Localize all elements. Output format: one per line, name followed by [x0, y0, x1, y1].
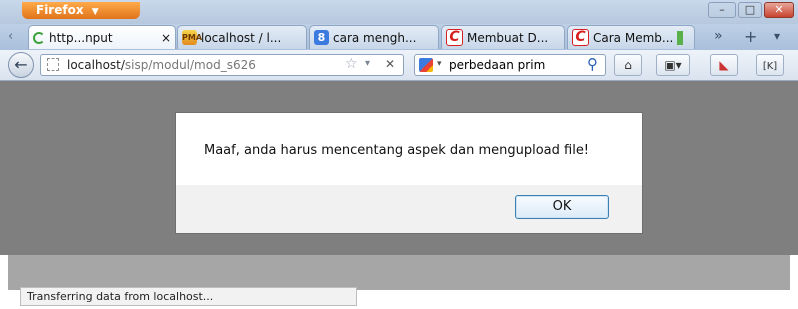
addon-button[interactable]: ◣: [710, 54, 738, 76]
google-icon: 8: [314, 30, 329, 45]
chevron-down-icon: ▼: [91, 7, 99, 17]
search-bar[interactable]: ▾ perbedaan prim ⚲: [414, 54, 606, 76]
url-text: localhost/sisp/modul/mod_s626: [67, 58, 256, 72]
firefox-menu-button[interactable]: Firefox ▼: [22, 2, 140, 19]
tab-close-icon[interactable]: ×: [161, 31, 171, 45]
tab-list-icon[interactable]: ▾: [774, 29, 780, 43]
close-window-button[interactable]: ✕: [764, 2, 794, 18]
home-button[interactable]: ⌂: [614, 54, 642, 76]
maximize-button[interactable]: □: [738, 2, 762, 18]
tab-localhost[interactable]: PMA localhost / l...: [177, 25, 307, 49]
tab-partial-icon: [677, 30, 684, 45]
alert-message: Maaf, anda harus mencentang aspek dan me…: [204, 143, 590, 158]
loading-icon: [33, 31, 45, 44]
tab-bar: ‹ http...nput × PMA localhost / l... 8 c…: [0, 24, 798, 50]
url-host: localhost/: [67, 58, 125, 72]
status-bar: Transferring data from localhost...: [20, 287, 357, 306]
tab-label: Cara Memb...: [593, 30, 674, 45]
page-identity-icon: [47, 58, 59, 71]
firefox-menu-label: Firefox: [36, 3, 84, 17]
search-engine-dropdown-icon[interactable]: ▾: [437, 59, 442, 69]
addon-icon: ◣: [719, 58, 729, 72]
tab-cara-memb[interactable]: C Cara Memb...: [567, 25, 695, 49]
alert-message-area: Maaf, anda harus mencentang aspek dan me…: [176, 113, 642, 185]
ok-button[interactable]: OK: [515, 195, 609, 219]
navigation-toolbar: ← localhost/sisp/modul/mod_s626 ☆ ▾ ✕ ▾ …: [0, 50, 798, 81]
title-bar: Firefox ▼ – □ ✕: [0, 0, 798, 24]
url-path: sisp/modul/mod_s626: [124, 58, 256, 72]
search-input[interactable]: perbedaan prim: [449, 58, 545, 72]
bookmarks-icon: ▣▾: [664, 58, 682, 72]
phpmyadmin-icon: PMA: [182, 30, 202, 45]
minimize-button[interactable]: –: [708, 2, 736, 18]
url-bar[interactable]: localhost/sisp/modul/mod_s626 ☆ ▾ ✕: [40, 54, 404, 76]
home-icon: ⌂: [624, 58, 632, 72]
opera-c-icon: C: [572, 29, 589, 46]
tab-overflow-icon[interactable]: »: [714, 28, 723, 44]
back-button[interactable]: ←: [8, 52, 34, 78]
bookmarks-button[interactable]: ▣▾: [656, 54, 690, 76]
tab-label: http...nput: [49, 30, 113, 45]
tab-active[interactable]: http...nput ×: [28, 25, 176, 49]
search-icon[interactable]: ⚲: [587, 55, 598, 73]
tab-label: Membuat D...: [467, 30, 549, 45]
tab-label: localhost / l...: [201, 30, 282, 45]
stop-icon[interactable]: ✕: [385, 57, 395, 71]
page-lower-overlay: [8, 255, 790, 290]
tab-membuat[interactable]: C Membuat D...: [441, 25, 565, 49]
search-engine-icon: [419, 58, 433, 72]
extension-icon: [K]: [762, 61, 778, 72]
tab-cara-mengh[interactable]: 8 cara mengh...: [309, 25, 439, 49]
tab-scroll-left-icon[interactable]: ‹: [8, 29, 13, 44]
alert-dialog: Maaf, anda harus mencentang aspek dan me…: [175, 112, 643, 234]
new-tab-icon[interactable]: +: [744, 27, 757, 46]
opera-c-icon: C: [446, 29, 463, 46]
history-dropdown-icon[interactable]: ▾: [365, 58, 370, 69]
bookmark-star-icon[interactable]: ☆: [345, 56, 358, 72]
extension-button[interactable]: [K]: [756, 54, 784, 76]
tab-label: cara mengh...: [333, 30, 417, 45]
